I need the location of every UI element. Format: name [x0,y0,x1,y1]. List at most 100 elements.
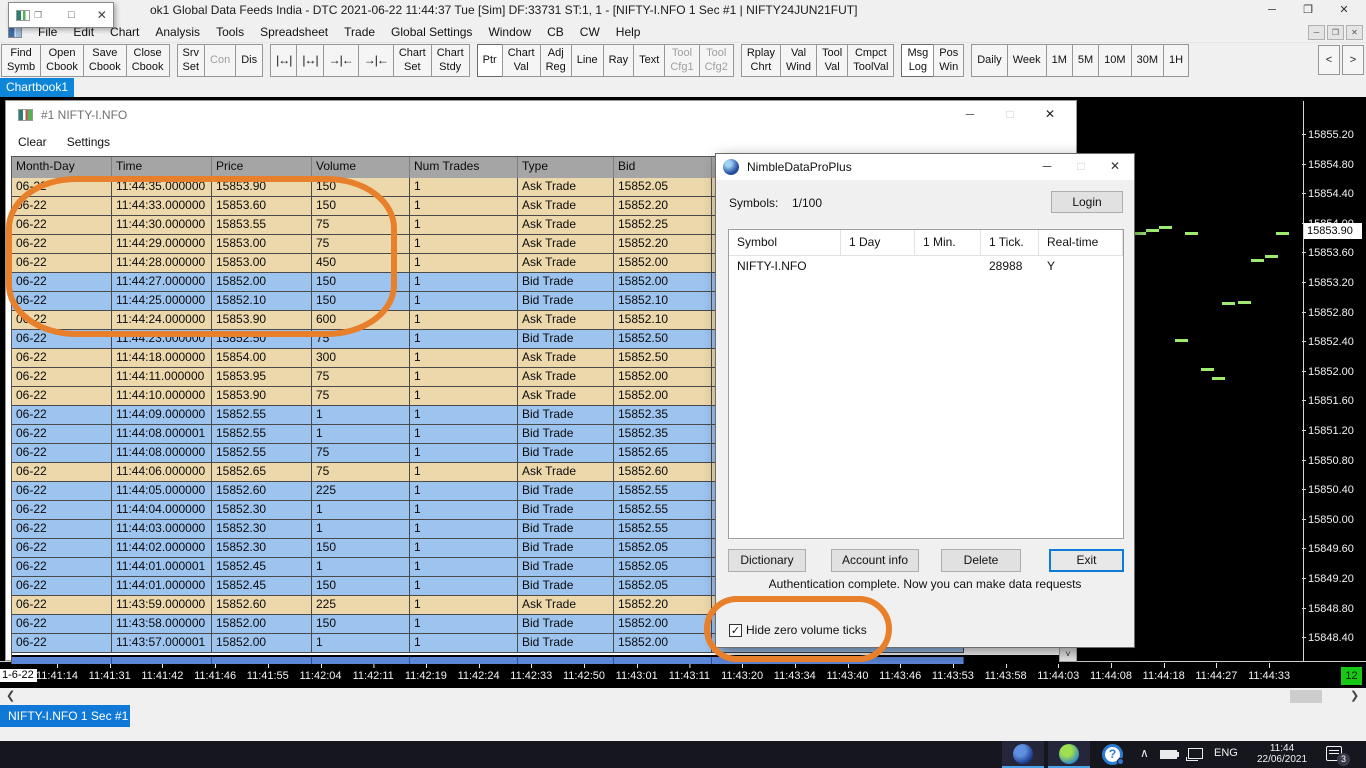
toolbar-button-tool-cfg2[interactable]: Tool Cfg2 [699,44,734,77]
toolbar-button-pos-win[interactable]: Pos Win [933,44,964,77]
horizontal-scrollbar-row[interactable]: ❮ ❯ [0,688,1366,705]
menu-settings[interactable]: Settings [67,135,110,149]
menu-cb[interactable]: CB [539,22,572,42]
toolbar-button-daily[interactable]: Daily [971,44,1007,77]
toolbar-button-cmpct-toolval[interactable]: Cmpct ToolVal [847,44,894,77]
column-header-num-trades[interactable]: Num Trades [410,157,518,178]
toolbar-button-icon[interactable]: |↔| [270,44,297,77]
toolbar-button-close-cbook[interactable]: Close Cbook [126,44,170,77]
toolbar-button-adj-reg[interactable]: Adj Reg [540,44,572,77]
toolbar-button-10m[interactable]: 10M [1098,44,1131,77]
menu-window[interactable]: Window [480,22,539,42]
toolbar-button-icon[interactable]: |↔| [296,44,323,77]
menu-analysis[interactable]: Analysis [147,22,208,42]
menu-spreadsheet[interactable]: Spreadsheet [252,22,336,42]
toolbar-scroll-right-button[interactable]: > [1342,45,1364,75]
toolbar-button-5m[interactable]: 5M [1072,44,1099,77]
menu-cw[interactable]: CW [572,22,608,42]
toolbar-button-dis[interactable]: Dis [235,44,263,77]
toolbar-button-chart-stdy[interactable]: Chart Stdy [431,44,470,77]
minimize-icon[interactable]: ─ [950,103,990,125]
scroll-down-arrow[interactable]: ˅ [1059,647,1077,662]
toolbar-button-week[interactable]: Week [1007,44,1047,77]
toolbar-button-icon[interactable]: →|← [358,44,394,77]
toolbar-button-1h[interactable]: 1H [1163,44,1189,77]
toolbar-button-val-wind[interactable]: Val Wind [780,44,817,77]
scrollbar-thumb[interactable] [1290,690,1322,703]
language-indicator[interactable]: ENG [1214,747,1238,759]
close-icon[interactable]: ✕ [97,8,107,22]
dialog-titlebar[interactable]: NimbleDataProPlus ─ □ ✕ [716,154,1134,180]
column-header-bid[interactable]: Bid [614,157,712,178]
column-header-volume[interactable]: Volume [312,157,410,178]
mini-floating-window[interactable]: ❐ □ ✕ [8,2,114,28]
taskbar-app-2[interactable] [1048,741,1090,768]
dictionary-button[interactable]: Dictionary [728,549,806,572]
column-header-month-day[interactable]: Month-Day [12,157,112,178]
menu-clear[interactable]: Clear [18,135,47,149]
hide-zero-volume-checkbox[interactable]: ✓ [729,624,742,637]
menu-tools[interactable]: Tools [208,22,252,42]
toolbar-button-con[interactable]: Con [204,44,236,77]
price-tick-label: 15848.80 [1308,603,1354,615]
chart-data-window-titlebar[interactable]: #1 NIFTY-I.NFO ─ □ ✕ [6,101,1076,129]
tab-chartbook1[interactable]: Chartbook1 [0,78,74,97]
toolbar-button-ptr[interactable]: Ptr [477,44,503,77]
scroll-left-icon[interactable]: ❮ [6,689,15,702]
symbol-list[interactable]: Symbol1 Day1 Min.1 Tick.Real-time NIFTY-… [728,229,1124,539]
restore-icon[interactable]: ❐ [34,10,42,21]
tray-chevron-icon[interactable]: ∧ [1140,746,1149,760]
toolbar-button-srv-set[interactable]: Srv Set [177,44,206,77]
toolbar-button-1m[interactable]: 1M [1046,44,1073,77]
list-column-1-min[interactable]: 1 Min. [915,230,981,255]
toolbar-button-tool-cfg1[interactable]: Tool Cfg1 [664,44,699,77]
clock[interactable]: 11:44 22/06/2021 [1248,743,1316,765]
toolbar-button-ray[interactable]: Ray [603,44,635,77]
close-icon[interactable]: ✕ [1098,154,1132,179]
maximize-icon[interactable]: □ [68,9,75,21]
login-button[interactable]: Login [1051,191,1123,213]
toolbar-button-30m[interactable]: 30M [1131,44,1164,77]
menu-trade[interactable]: Trade [336,22,383,42]
toolbar-button-open-cbook[interactable]: Open Cbook [40,44,84,77]
column-header-time[interactable]: Time [112,157,212,178]
restore-icon[interactable]: ❐ [1290,0,1326,21]
toolbar-button-chart-set[interactable]: Chart Set [393,44,432,77]
toolbar-button-chart-val[interactable]: Chart Val [502,44,541,77]
list-column-symbol[interactable]: Symbol [729,230,841,255]
list-row[interactable]: NIFTY-I.NFO28988Y [729,256,1123,279]
toolbar-button-text[interactable]: Text [633,44,665,77]
exit-button[interactable]: Exit [1049,549,1124,572]
taskbar-app-1[interactable] [1002,741,1044,768]
list-column-real-time[interactable]: Real-time [1039,230,1123,255]
list-column-1-day[interactable]: 1 Day [841,230,915,255]
delete-button[interactable]: Delete [941,549,1021,572]
close-icon[interactable]: ✕ [1030,103,1070,125]
minimize-icon[interactable]: ─ [1254,0,1290,21]
minimize-icon[interactable]: ─ [1030,154,1064,179]
maximize-icon[interactable]: □ [990,103,1030,125]
toolbar-button-line[interactable]: Line [571,44,604,77]
toolbar-button-save-cbook[interactable]: Save Cbook [83,44,127,77]
battery-icon[interactable] [1160,750,1177,759]
toolbar-scroll-left-button[interactable]: < [1318,45,1340,75]
mdi-minimize-icon[interactable]: ─ [1308,25,1325,40]
column-header-type[interactable]: Type [518,157,614,178]
network-icon[interactable] [1188,748,1203,759]
mdi-close-icon[interactable]: ✕ [1346,25,1363,40]
toolbar-button-tool-val[interactable]: Tool Val [816,44,848,77]
tab-nifty-chart[interactable]: NIFTY-I.NFO 1 Sec #1 [0,705,130,727]
toolbar-button-icon[interactable]: →|← [323,44,359,77]
menu-global-settings[interactable]: Global Settings [383,22,480,42]
scroll-right-icon[interactable]: ❯ [1350,689,1359,702]
mdi-restore-icon[interactable]: ❐ [1327,25,1344,40]
toolbar-button-msg-log[interactable]: Msg Log [901,44,934,77]
toolbar-button-rplay-chrt[interactable]: Rplay Chrt [741,44,781,77]
column-header-price[interactable]: Price [212,157,312,178]
menu-help[interactable]: Help [608,22,649,42]
toolbar-button-find-symb[interactable]: Find Symb [1,44,41,77]
time-axis[interactable]: 1-6-22 12 11:41:1411:41:3111:41:4211:41:… [0,662,1366,688]
close-icon[interactable]: ✕ [1326,0,1362,21]
list-column-1-tick[interactable]: 1 Tick. [981,230,1039,255]
account-info-button[interactable]: Account info [831,549,919,572]
